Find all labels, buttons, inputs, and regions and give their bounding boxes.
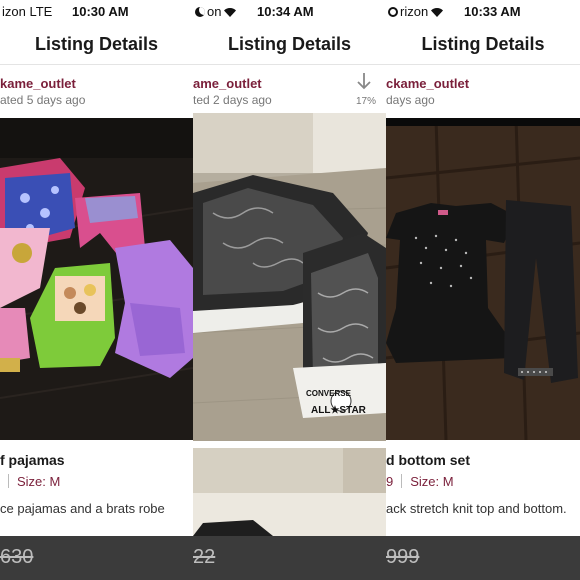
nav-divider [386, 64, 580, 65]
alarm-icon [388, 7, 398, 17]
knit-set-photo-art [386, 118, 580, 440]
nav-divider [0, 64, 193, 65]
seller-username[interactable]: ckame_outlet [386, 76, 469, 91]
meta-divider [401, 474, 403, 488]
carrier-label: rizon [388, 4, 444, 19]
wifi-icon [224, 8, 237, 17]
share-arrow-icon[interactable] [354, 72, 374, 95]
updated-time: days ago [386, 93, 435, 107]
listing-meta: 9 Size: M [386, 474, 454, 489]
listing-panel-3: rizon 10:33 AM Listing Details ckame_out… [386, 0, 580, 580]
seller-username[interactable]: ame_outlet [193, 76, 262, 91]
page-title: Listing Details [421, 34, 545, 54]
listing-panel-1: izon LTE 10:30 AM Listing Details kame_o… [0, 0, 193, 580]
svg-text:CONVERSE: CONVERSE [306, 389, 352, 398]
original-price: 630 [0, 546, 34, 568]
share-percent: 17% [355, 96, 376, 107]
listing-title: d bottom set [386, 452, 470, 468]
size-label: Size: M [410, 474, 454, 489]
sneakers-photo-art: CONVERSE ALL★STAR [193, 113, 386, 441]
carrier-label: izon LTE [2, 4, 53, 19]
seller-username[interactable]: kame_outlet [0, 76, 76, 91]
status-bar: rizon 10:33 AM [386, 0, 580, 24]
do-not-disturb-icon [195, 7, 205, 17]
original-price: 22 [193, 546, 216, 568]
next-photo-preview[interactable] [193, 448, 386, 536]
page-title: Listing Details [227, 34, 352, 54]
updated-time: ted 2 days ago [193, 93, 272, 107]
listing-description: ack stretch knit top and bottom. [386, 501, 567, 516]
listing-photo[interactable] [386, 118, 580, 440]
listing-description: ce pajamas and a brats robe [0, 501, 165, 516]
page-title: Listing Details [34, 34, 159, 54]
status-time: 10:30 AM [72, 4, 129, 19]
wifi-icon [431, 8, 444, 17]
price-bar [193, 536, 386, 580]
size-label: Size: M [17, 474, 61, 489]
listing-panel-2: on 10:34 AM Listing Details ame_outlet t… [193, 0, 386, 580]
listing-photo[interactable]: CONVERSE ALL★STAR [193, 113, 386, 441]
listing-title: f pajamas [0, 452, 65, 468]
status-time: 10:34 AM [257, 4, 314, 19]
carrier-label: on [195, 4, 237, 19]
updated-time: ated 5 days ago [0, 93, 86, 107]
pajamas-photo-art [0, 118, 193, 440]
status-time: 10:33 AM [464, 4, 521, 19]
original-price: 999 [386, 546, 420, 568]
svg-text:ALL★STAR: ALL★STAR [311, 405, 367, 416]
nav-divider [193, 64, 386, 65]
size-prefix: 9 [386, 474, 394, 489]
status-bar: on 10:34 AM [193, 0, 386, 24]
status-bar: izon LTE 10:30 AM [0, 0, 193, 24]
meta-divider [8, 474, 9, 488]
listing-photo[interactable] [0, 118, 193, 440]
listing-meta: Size: M [0, 474, 60, 489]
